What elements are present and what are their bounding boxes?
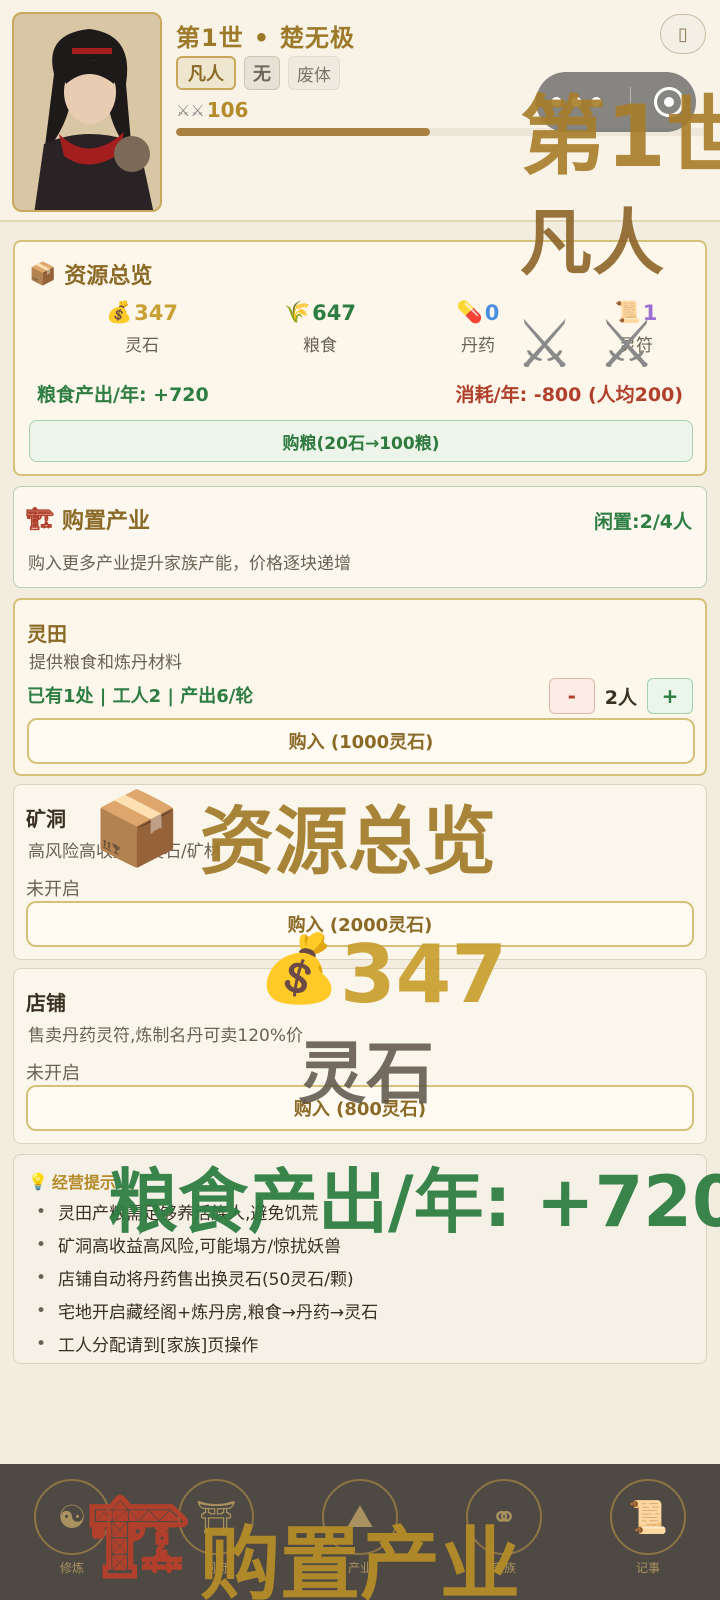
crane-icon: 🏗 xyxy=(26,506,54,532)
spirit-field-status: 已有1处 | 工人2 | 产出6/轮 xyxy=(27,686,254,707)
tips-title: 💡 经营提示 xyxy=(28,1169,116,1193)
capsule-divider xyxy=(630,87,632,117)
resource-label: 灵符 xyxy=(619,336,653,356)
character-title: 第1世 • 楚无极 xyxy=(176,18,355,53)
buy-shop-button[interactable]: 购入 (800灵石) xyxy=(26,1085,694,1131)
tip-item: 店铺自动将丹药售出换灵石(50灵石/颗) xyxy=(36,1261,378,1294)
resource-value: 📜 1 xyxy=(571,300,701,325)
tips-list: 灵田产粮需足够养活族人,避免饥荒矿洞高收益高风险,可能塌方/惊扰妖兽店铺自动将丹… xyxy=(36,1195,378,1360)
combat-power-value: 106 xyxy=(206,98,249,122)
combat-power: ⚔⚔ 106 xyxy=(176,98,248,122)
physique-badge: 废体 xyxy=(288,56,340,90)
industry-description: 购入更多产业提升家族产能，价格逐块递增 xyxy=(28,554,351,574)
resource-label: 丹药 xyxy=(461,336,495,356)
business-tips-card: 💡经营提示 灵田产粮需足够养活族人,避免饥荒矿洞高收益高风险,可能塌方/惊扰妖兽… xyxy=(13,1154,707,1364)
tab-meditation[interactable]: ☯ 修炼 xyxy=(24,1472,120,1582)
title-separator: • xyxy=(253,24,271,52)
resource-title-text: 资源总览 xyxy=(64,264,153,289)
tips-title-text: 经营提示 xyxy=(51,1173,116,1192)
worker-count: 2人 xyxy=(604,686,637,709)
spirit-field-desc: 提供粮食和炼丹材料 xyxy=(29,653,182,673)
spirit-field-name: 灵田 xyxy=(27,622,67,646)
mine-desc: 高风险高收益产灵石/矿材 xyxy=(28,842,221,862)
tab-label: 修炼 xyxy=(59,1560,84,1575)
grain-icon: 🌾 xyxy=(284,300,311,324)
shop-desc: 售卖丹药灵符,炼制名丹可卖120%价 xyxy=(28,1026,304,1046)
mine-status: 未开启 xyxy=(26,879,80,900)
tip-item: 工人分配请到[家族]页操作 xyxy=(36,1327,378,1360)
resource-value: 🌾 647 xyxy=(255,300,385,325)
resource-item: 💰 347 灵石 xyxy=(77,300,207,356)
buy-mine-button[interactable]: 购入 (2000灵石) xyxy=(26,901,694,947)
menu-icon: ▯ xyxy=(678,23,688,45)
decrease-worker-button[interactable]: - xyxy=(548,678,595,714)
purchase-industry-card: 🏗 购置产业 闲置:2/4人 购入更多产业提升家族产能，价格逐块递增 xyxy=(13,486,707,588)
spirit-field-card: 灵田 提供粮食和炼丹材料 已有1处 | 工人2 | 产出6/轮 - 2人 + 购… xyxy=(13,598,707,776)
mine-card: 矿洞 高风险高收益产灵石/矿材 未开启 购入 (2000灵石) xyxy=(13,784,707,960)
realm-badge: 凡人 xyxy=(176,56,236,90)
character-portrait[interactable] xyxy=(12,12,162,212)
resource-number: 1 xyxy=(642,300,658,325)
bottom-tab-bar: ☯ 修炼 ⛩ 洞府 ⛰ 产业 ⚭ 家族 📜 记事 xyxy=(0,1464,720,1600)
resource-number: 0 xyxy=(484,300,500,325)
resource-value: 💊 0 xyxy=(413,300,543,325)
character-tags: 凡人 无 废体 xyxy=(176,56,340,90)
tab-label: 家族 xyxy=(491,1560,516,1575)
idle-workers: 闲置:2/4人 xyxy=(594,511,692,533)
resource-item: 🌾 647 粮食 xyxy=(255,300,385,356)
tip-item: 灵田产粮需足够养活族人,避免饥荒 xyxy=(36,1195,378,1228)
tab-pavilion[interactable]: ⛩ 洞府 xyxy=(168,1472,264,1582)
resource-item: 💊 0 丹药 xyxy=(413,300,543,356)
progress-fill xyxy=(176,128,431,136)
resource-item: 📜 1 灵符 xyxy=(571,300,701,356)
resource-label: 灵石 xyxy=(125,336,159,356)
grain-consumption: 消耗/年: -800 (人均200) xyxy=(455,384,683,406)
close-target-icon[interactable] xyxy=(654,87,685,117)
more-dots-icon[interactable]: ••• xyxy=(548,86,608,119)
tip-item: 矿洞高收益高风险,可能塌方/惊扰妖兽 xyxy=(36,1228,378,1261)
tab-label: 记事 xyxy=(635,1560,660,1575)
shop-name: 店铺 xyxy=(26,991,66,1015)
resource-overview-title: 📦 资源总览 xyxy=(29,258,152,290)
generation-label: 第1世 xyxy=(176,24,244,52)
spirit-root-badge: 无 xyxy=(244,56,280,90)
settings-button[interactable]: ▯ xyxy=(660,14,706,54)
money-bag-icon: 💰 xyxy=(106,300,133,324)
tab-mountain[interactable]: ⛰ 产业 xyxy=(312,1472,408,1582)
resource-list: 💰 347 灵石 🌾 647 粮食 💊 0 丹药 📜 1 灵符 xyxy=(15,300,705,360)
increase-worker-button[interactable]: + xyxy=(647,678,693,714)
tab-label: 产业 xyxy=(347,1560,372,1575)
grain-production: 粮食产出/年: +720 xyxy=(37,384,209,406)
crossed-swords-icon: ⚔⚔ xyxy=(176,100,205,120)
tab-couple[interactable]: ⚭ 家族 xyxy=(456,1472,552,1582)
tip-item: 宅地开启藏经阁+炼丹房,粮食→丹药→灵石 xyxy=(36,1294,378,1327)
resource-number: 647 xyxy=(312,300,356,325)
talisman-icon: 📜 xyxy=(614,300,641,324)
meditation-icon: ☯ xyxy=(34,1478,110,1555)
character-header: 第1世 • 楚无极 凡人 无 废体 ⚔⚔ 106 ▯ ••• xyxy=(0,0,720,222)
resource-number: 347 xyxy=(134,300,178,325)
buy-grain-button[interactable]: 购粮(20石→100粮) xyxy=(29,420,693,462)
tab-scroll[interactable]: 📜 记事 xyxy=(600,1472,696,1582)
resource-value: 💰 347 xyxy=(77,300,207,325)
shop-card: 店铺 售卖丹药灵符,炼制名丹可卖120%价 未开启 购入 (800灵石) xyxy=(13,968,707,1144)
tab-label: 洞府 xyxy=(203,1560,228,1575)
resource-label: 粮食 xyxy=(303,336,337,356)
industry-title: 🏗 购置产业 xyxy=(26,503,150,535)
lightbulb-icon: 💡 xyxy=(28,1171,48,1191)
mountain-icon: ⛰ xyxy=(322,1478,398,1555)
industry-title-text: 购置产业 xyxy=(61,509,150,534)
worker-stepper: - 2人 + xyxy=(548,678,693,714)
pill-icon: 💊 xyxy=(456,300,483,324)
box-icon: 📦 xyxy=(29,261,57,287)
shop-status: 未开启 xyxy=(26,1063,80,1084)
scroll-icon: 📜 xyxy=(610,1478,686,1555)
resource-overview-card: 📦 资源总览 💰 347 灵石 🌾 647 粮食 💊 0 丹药 📜 1 灵符 粮食产出/年: +720 … xyxy=(13,240,707,476)
mine-name: 矿洞 xyxy=(26,807,66,831)
pavilion-icon: ⛩ xyxy=(178,1478,254,1555)
buy-spirit-field-button[interactable]: 购入 (1000灵石) xyxy=(27,718,695,764)
character-name: 楚无极 xyxy=(280,24,356,52)
couple-icon: ⚭ xyxy=(466,1478,542,1555)
miniprogram-capsule[interactable]: ••• xyxy=(536,72,696,132)
